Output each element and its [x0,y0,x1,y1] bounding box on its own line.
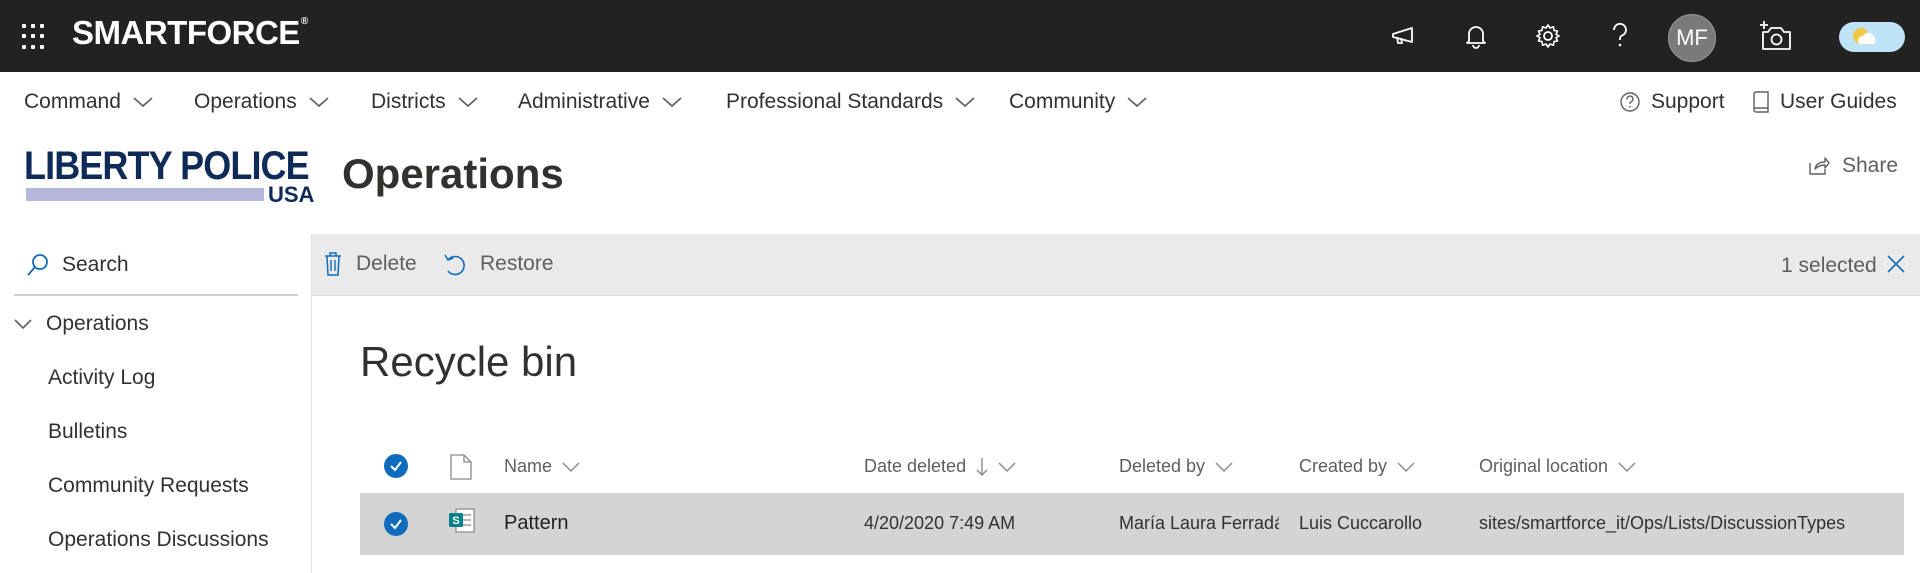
checkmark-icon [390,461,402,472]
nav-item-bulletins[interactable]: Bulletins [48,420,127,444]
chevron-down-icon [1397,462,1415,472]
share-button[interactable]: Share [1808,154,1898,178]
chevron-down-icon [998,462,1016,472]
row-created-by: Luis Cuccarollo [1299,513,1423,533]
search-icon [27,254,48,276]
hub-nav-label: Districts [371,90,446,113]
hub-navigation: Command Operations Districts Administrat… [0,72,1920,132]
chevron-down-icon [1127,97,1147,108]
sun-cloud-icon [1853,28,1876,44]
gear-icon[interactable] [1530,18,1566,54]
brand-registered-mark: ® [300,16,308,27]
column-label: Original location [1479,456,1609,476]
nav-group-operations[interactable]: Operations [14,312,149,336]
support-link[interactable]: Support [1619,90,1725,114]
file-type-header-icon [450,454,472,485]
chevron-down-icon [562,462,580,472]
megaphone-icon[interactable] [1386,18,1422,54]
search-placeholder: Search [62,253,129,276]
chevron-down-icon [955,97,975,108]
avatar[interactable]: MF [1668,14,1716,62]
sharepoint-list-icon: S [448,508,476,539]
row-deleted-by: María Laura Ferradás [1119,513,1279,533]
clear-selection-icon[interactable] [1886,254,1906,279]
bell-icon[interactable] [1458,18,1494,54]
chevron-down-icon [662,97,682,108]
chevron-down-icon [14,319,32,330]
column-label: Deleted by [1119,456,1206,476]
row-name[interactable]: Pattern [504,512,568,535]
help-circle-icon [1620,92,1640,112]
row-original-location: sites/smartforce_it/Ops/Lists/Discussion… [1479,513,1846,533]
hub-nav-label: Community [1009,90,1116,113]
camera-icon[interactable] [1756,16,1796,56]
nav-item-community-requests[interactable]: Community Requests [48,474,249,498]
brand-name: SMARTFORCE [72,14,300,51]
hub-nav-label: Command [24,90,121,113]
trash-icon [325,252,341,276]
column-header-created-by[interactable]: Created by [1299,456,1415,477]
chevron-down-icon [458,97,478,108]
restore-button[interactable]: Restore [442,252,554,276]
search-input[interactable]: Search [14,236,298,296]
hub-nav-operations[interactable]: Operations [194,90,329,114]
hub-nav-professional-standards[interactable]: Professional Standards [726,90,975,114]
user-guides-label: User Guides [1780,90,1897,113]
column-label: Date deleted [864,456,967,476]
checkmark-icon [390,519,402,530]
suite-bar: SMARTFORCE® MF [0,0,1920,72]
column-header-name[interactable]: Name [504,456,580,477]
page-title: Recycle bin [360,338,578,385]
site-title[interactable]: Operations [342,150,564,198]
column-label: Name [504,456,553,476]
table-header: Name Date deleted Deleted by Created by … [360,446,1904,488]
hub-nav-administrative[interactable]: Administrative [518,90,682,114]
column-label: Created by [1299,456,1388,476]
support-label: Support [1651,90,1725,113]
select-all-checkbox[interactable] [384,454,408,478]
delete-button[interactable]: Delete [324,252,417,276]
site-logo[interactable]: LIBERTY POLICE USA [24,146,314,208]
column-header-date-deleted[interactable]: Date deleted [864,456,1016,477]
hub-nav-community[interactable]: Community [1009,90,1147,114]
chevron-down-icon [309,97,329,108]
share-label: Share [1842,154,1899,177]
share-icon [1809,157,1830,175]
hub-nav-districts[interactable]: Districts [371,90,478,114]
column-header-original-location[interactable]: Original location [1479,456,1636,477]
undo-icon [444,254,465,276]
nav-group-label: Operations [46,312,149,335]
chevron-down-icon [133,97,153,108]
table-row[interactable]: S Pattern 4/20/2020 7:49 AM María Laura … [360,493,1904,555]
nav-item-operations-discussions[interactable]: Operations Discussions [48,528,269,552]
logo-wordmark: LIBERTY POLICE [24,144,310,188]
column-header-deleted-by[interactable]: Deleted by [1119,456,1233,477]
chevron-down-icon [1215,462,1233,472]
nav-item-activity-log[interactable]: Activity Log [48,366,155,390]
hub-nav-command[interactable]: Command [24,90,153,114]
chevron-down-icon [1618,462,1636,472]
sort-descending-icon [976,457,988,476]
selection-count: 1 selected [1781,254,1877,277]
theme-toggle[interactable] [1839,22,1905,52]
restore-label: Restore [480,252,554,275]
logo-bar [26,188,264,201]
user-guides-link[interactable]: User Guides [1752,90,1897,114]
row-date-deleted: 4/20/2020 7:49 AM [864,513,1016,533]
logo-subtext: USA [268,182,315,207]
row-checkbox[interactable] [384,512,408,536]
hub-nav-label: Operations [194,90,297,113]
left-navigation: Search Operations Activity Log Bulletins… [0,234,312,573]
command-bar: Delete Restore 1 selected [312,234,1920,296]
app-launcher-icon[interactable] [20,22,48,50]
hub-nav-label: Administrative [518,90,650,113]
svg-text:S: S [452,515,459,527]
book-icon [1753,91,1769,113]
hub-nav-label: Professional Standards [726,90,944,113]
delete-label: Delete [356,252,417,275]
brand-logo[interactable]: SMARTFORCE® [72,14,308,52]
help-icon[interactable] [1602,18,1638,54]
